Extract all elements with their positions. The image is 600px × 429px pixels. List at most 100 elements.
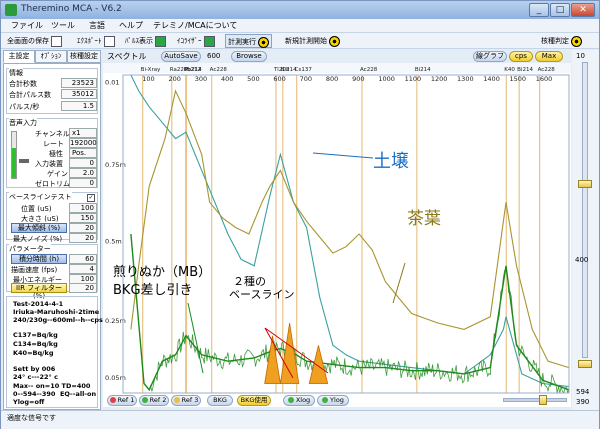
gain-value[interactable]: 2.0 <box>69 168 97 178</box>
max-slope-value[interactable]: 20 <box>69 223 97 233</box>
polarity-value[interactable]: Pos. <box>69 148 97 158</box>
params-title: パラメーター <box>9 244 51 254</box>
ref1-button[interactable]: Ref 1 <box>107 395 137 406</box>
annotation-baseline-2: ベースライン <box>229 288 295 301</box>
ylog-label: Ylog <box>330 396 344 404</box>
tab-options[interactable]: ｵﾌﾟｼｮﾝ <box>35 50 67 63</box>
baseline-enable-checkbox[interactable]: ✓ <box>87 194 95 202</box>
pulse-display-label: ﾊﾟﾙｽ表示 <box>125 37 153 45</box>
gain-slider[interactable] <box>19 159 29 163</box>
radiation-icon <box>571 35 582 47</box>
ref3-color-icon <box>173 397 180 403</box>
y-tick-label: 0.01 <box>105 78 119 86</box>
max-button[interactable]: Max <box>535 51 563 62</box>
channel-label: チャンネル <box>35 130 70 138</box>
nuclide-label: Bi-Xray <box>141 67 161 73</box>
bkg-use-button[interactable]: BKG使用 <box>237 395 271 406</box>
maximize-button[interactable]: □ <box>550 3 570 17</box>
max-slope-button[interactable]: 最大傾斜 (%) <box>11 223 67 233</box>
menu-language[interactable]: 言語 <box>89 20 105 31</box>
device-value[interactable]: 0 <box>69 158 97 168</box>
ylog-indicator-icon <box>322 397 329 403</box>
browse-button[interactable]: Browse <box>231 51 267 62</box>
status-text: 適度な信号です <box>7 414 56 422</box>
device-label: 入力装置 <box>35 160 63 168</box>
tab-nuclide-settings[interactable]: 核種設定 <box>67 50 101 63</box>
export-button[interactable]: ｴｸｽﾎﾟｰﾄ <box>77 34 115 48</box>
nuclide-id-button[interactable]: 核種判定 <box>541 34 582 48</box>
save-icon <box>51 35 62 47</box>
radiation-icon <box>329 35 340 47</box>
note-line: 24° c---22° c <box>13 373 58 381</box>
x-tick-label: 1300 <box>457 75 474 83</box>
note-line: Ylog=off <box>13 398 45 406</box>
horizontal-slider[interactable] <box>503 398 567 402</box>
rate-value[interactable]: 192000 <box>69 138 97 148</box>
scale-mid-value: 400 <box>575 256 589 264</box>
max-noise-value[interactable]: 20 <box>69 233 97 243</box>
integration-time-value[interactable]: 60 <box>69 254 97 264</box>
menu-file[interactable]: ファイル <box>11 20 43 31</box>
ref1-color-icon <box>109 397 116 403</box>
bkg-button[interactable]: BKG <box>207 395 233 406</box>
channel-value[interactable]: x1 <box>69 128 97 138</box>
save-all-button[interactable]: 全画面の保存 <box>7 34 62 48</box>
xlog-button[interactable]: Xlog <box>283 395 315 406</box>
x-tick-label: 1100 <box>405 75 422 83</box>
ref3-button[interactable]: Ref 3 <box>171 395 201 406</box>
notes-box[interactable]: Test-2014-4-1 Iriuka-Maruhoshi-2time 240… <box>6 296 103 408</box>
info-group: 情報 合計秒数 23523 合計パルス数 35012 パルス/秒 1.5 <box>6 68 98 114</box>
app-window: Theremino MCA - V6.2 _ □ ✕ ファイル ツール 言語 ヘ… <box>0 0 600 429</box>
nuclide-label: Bi214 <box>517 67 533 73</box>
size-value[interactable]: 150 <box>69 213 97 223</box>
x-tick-label: 100 <box>142 75 154 83</box>
horizontal-slider-thumb[interactable] <box>539 395 547 405</box>
checkmark-icon <box>203 35 215 47</box>
zero-trim-value[interactable]: 0 <box>69 178 97 188</box>
menu-tools[interactable]: ツール <box>51 20 75 31</box>
note-line: C137=Bq/kg <box>13 331 58 339</box>
vertical-scale-track[interactable] <box>582 62 588 358</box>
total-pulses-value: 35012 <box>61 89 97 99</box>
nuclide-label: Ac228 <box>360 67 378 73</box>
new-measure-label: 新規計測開始 <box>285 37 327 45</box>
cps-button[interactable]: cps <box>509 51 533 62</box>
line-graph-button[interactable]: 線グラフ <box>473 51 507 62</box>
ref2-color-icon <box>141 397 148 403</box>
integration-time-button[interactable]: 積分時間 (h) <box>11 254 67 264</box>
menu-about[interactable]: テレミノ/MCAについて <box>153 20 237 31</box>
iir-filter-value[interactable]: 20 <box>69 283 97 293</box>
equalizer-toggle[interactable]: ｲｺﾗｲｻﾞｰ <box>177 34 215 48</box>
position-value[interactable]: 100 <box>69 203 97 213</box>
ylog-button[interactable]: Ylog <box>317 395 349 406</box>
info-title: 情報 <box>9 68 23 78</box>
iir-filter-button[interactable]: IIR フィルター (%) <box>11 283 67 300</box>
scale-thumb-lower[interactable] <box>578 360 592 368</box>
right-scale: 10 400 594 390 <box>572 50 599 410</box>
minimize-button[interactable]: _ <box>529 3 549 17</box>
export-icon <box>103 35 115 47</box>
scale-thumb[interactable] <box>578 180 592 188</box>
measure-button[interactable]: 計測実行 <box>225 34 272 48</box>
equalizer-label: ｲｺﾗｲｻﾞｰ <box>177 37 202 45</box>
menu-help[interactable]: ヘルプ <box>119 20 143 31</box>
new-measure-button[interactable]: 新規計測開始 <box>285 34 340 48</box>
ref2-button[interactable]: Ref 2 <box>139 395 169 406</box>
ref2-label: Ref 2 <box>149 396 167 404</box>
xlog-indicator-icon <box>287 397 294 403</box>
export-label: ｴｸｽﾎﾟｰﾄ <box>77 37 102 45</box>
pulse-display-toggle[interactable]: ﾊﾟﾙｽ表示 <box>125 34 166 48</box>
note-line: K40=Bq/kg <box>13 349 54 357</box>
audio-title: 音声入力 <box>9 118 37 128</box>
total-seconds-value: 23523 <box>61 78 97 88</box>
close-button[interactable]: ✕ <box>571 3 595 17</box>
total-pulses-label: 合計パルス数 <box>9 91 51 99</box>
draw-speed-value[interactable]: 4 <box>69 264 97 274</box>
draw-speed-label: 描画速度 (fps) <box>11 266 58 274</box>
autosave-interval[interactable]: 600 <box>207 52 220 60</box>
x-tick-label: 200 <box>168 75 180 83</box>
spectrum-chart[interactable]: Bi-Xray Ra226Pb214Pb212 Ac228 Tl208Bi214Cs1… <box>103 63 571 407</box>
autosave-button[interactable]: AutoSave <box>161 51 201 62</box>
zero-trim-label: ゼロトリム <box>35 180 70 188</box>
tab-main-settings[interactable]: 主設定 <box>3 50 35 63</box>
